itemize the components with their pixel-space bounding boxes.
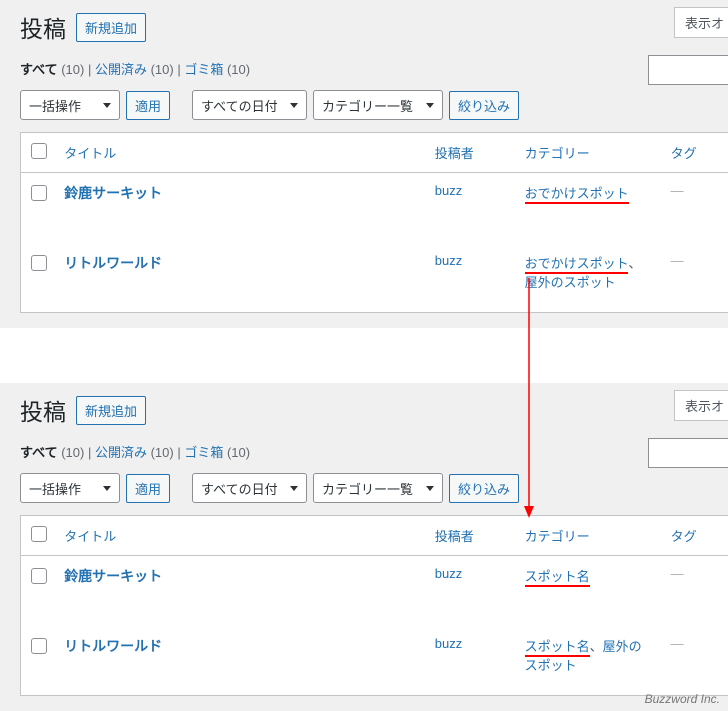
row-checkbox[interactable]	[31, 568, 47, 584]
col-title[interactable]: タイトル	[54, 516, 425, 556]
filter-trash[interactable]: ゴミ箱	[184, 445, 223, 460]
filter-all[interactable]: すべて	[20, 445, 58, 460]
select-all-checkbox[interactable]	[31, 526, 47, 542]
bulk-action-select[interactable]: 一括操作	[20, 473, 120, 503]
filter-button[interactable]: 絞り込み	[449, 91, 519, 120]
col-tag[interactable]: タグ	[661, 516, 728, 556]
add-new-button[interactable]: 新規追加	[76, 396, 146, 425]
filter-published[interactable]: 公開済み	[95, 445, 147, 460]
category-link[interactable]: スポット名	[525, 569, 590, 587]
post-title-link[interactable]: 鈴鹿サーキット	[64, 568, 162, 584]
category-link[interactable]: おでかけスポット	[525, 256, 629, 274]
col-author[interactable]: 投稿者	[425, 516, 515, 556]
filter-status-links: すべて (10) | 公開済み (10) | ゴミ箱 (10)	[20, 59, 728, 78]
col-category[interactable]: カテゴリー	[515, 516, 661, 556]
filter-trash[interactable]: ゴミ箱	[184, 62, 223, 77]
date-filter-select[interactable]: すべての日付	[192, 90, 307, 120]
filter-status-links: すべて (10) | 公開済み (10) | ゴミ箱 (10)	[20, 442, 728, 461]
search-input[interactable]	[648, 55, 728, 85]
col-title[interactable]: タイトル	[54, 133, 425, 173]
category-filter-select[interactable]: カテゴリー一覧	[313, 473, 443, 503]
author-link[interactable]: buzz	[435, 253, 462, 268]
tag-empty: —	[671, 183, 684, 198]
screen-options-button[interactable]: 表示オ	[674, 390, 728, 421]
select-all-checkbox[interactable]	[31, 143, 47, 159]
post-title-link[interactable]: 鈴鹿サーキット	[64, 185, 162, 201]
posts-panel-after: 表示オ 投稿 新規追加 すべて (10) | 公開済み (10) | ゴミ箱 (…	[0, 383, 728, 711]
post-title-link[interactable]: リトルワールド	[64, 255, 162, 271]
filter-published[interactable]: 公開済み	[95, 62, 147, 77]
category-link[interactable]: スポット名	[525, 639, 590, 657]
table-row: 鈴鹿サーキット buzz スポット名 —	[21, 556, 728, 626]
bulk-action-select[interactable]: 一括操作	[20, 90, 120, 120]
col-tag[interactable]: タグ	[661, 133, 728, 173]
row-checkbox[interactable]	[31, 638, 47, 654]
author-link[interactable]: buzz	[435, 183, 462, 198]
tag-empty: —	[671, 253, 684, 268]
page-title: 投稿	[20, 393, 66, 427]
row-checkbox[interactable]	[31, 185, 47, 201]
posts-table: タイトル 投稿者 カテゴリー タグ 鈴鹿サーキット buzz スポット名 — リ…	[20, 515, 728, 696]
author-link[interactable]: buzz	[435, 566, 462, 581]
date-filter-select[interactable]: すべての日付	[192, 473, 307, 503]
table-row: リトルワールド buzz おでかけスポット、屋外のスポット —	[21, 243, 728, 313]
table-row: リトルワールド buzz スポット名、屋外のスポット —	[21, 626, 728, 696]
post-title-link[interactable]: リトルワールド	[64, 638, 162, 654]
col-author[interactable]: 投稿者	[425, 133, 515, 173]
tag-empty: —	[671, 636, 684, 651]
add-new-button[interactable]: 新規追加	[76, 13, 146, 42]
apply-button[interactable]: 適用	[126, 474, 170, 503]
category-link[interactable]: おでかけスポット	[525, 186, 629, 204]
category-link[interactable]: 屋外のスポット	[525, 275, 616, 290]
filter-all[interactable]: すべて	[20, 62, 58, 77]
author-link[interactable]: buzz	[435, 636, 462, 651]
category-filter-select[interactable]: カテゴリー一覧	[313, 90, 443, 120]
page-title: 投稿	[20, 10, 66, 44]
filter-button[interactable]: 絞り込み	[449, 474, 519, 503]
watermark: Buzzword Inc.	[645, 692, 720, 706]
col-category[interactable]: カテゴリー	[515, 133, 661, 173]
panel-gap	[0, 328, 728, 383]
search-input[interactable]	[648, 438, 728, 468]
row-checkbox[interactable]	[31, 255, 47, 271]
apply-button[interactable]: 適用	[126, 91, 170, 120]
tag-empty: —	[671, 566, 684, 581]
posts-table: タイトル 投稿者 カテゴリー タグ 鈴鹿サーキット buzz おでかけスポット …	[20, 132, 728, 313]
table-row: 鈴鹿サーキット buzz おでかけスポット —	[21, 173, 728, 243]
posts-panel-before: 表示オ 投稿 新規追加 すべて (10) | 公開済み (10) | ゴミ箱 (…	[0, 0, 728, 328]
screen-options-button[interactable]: 表示オ	[674, 7, 728, 38]
